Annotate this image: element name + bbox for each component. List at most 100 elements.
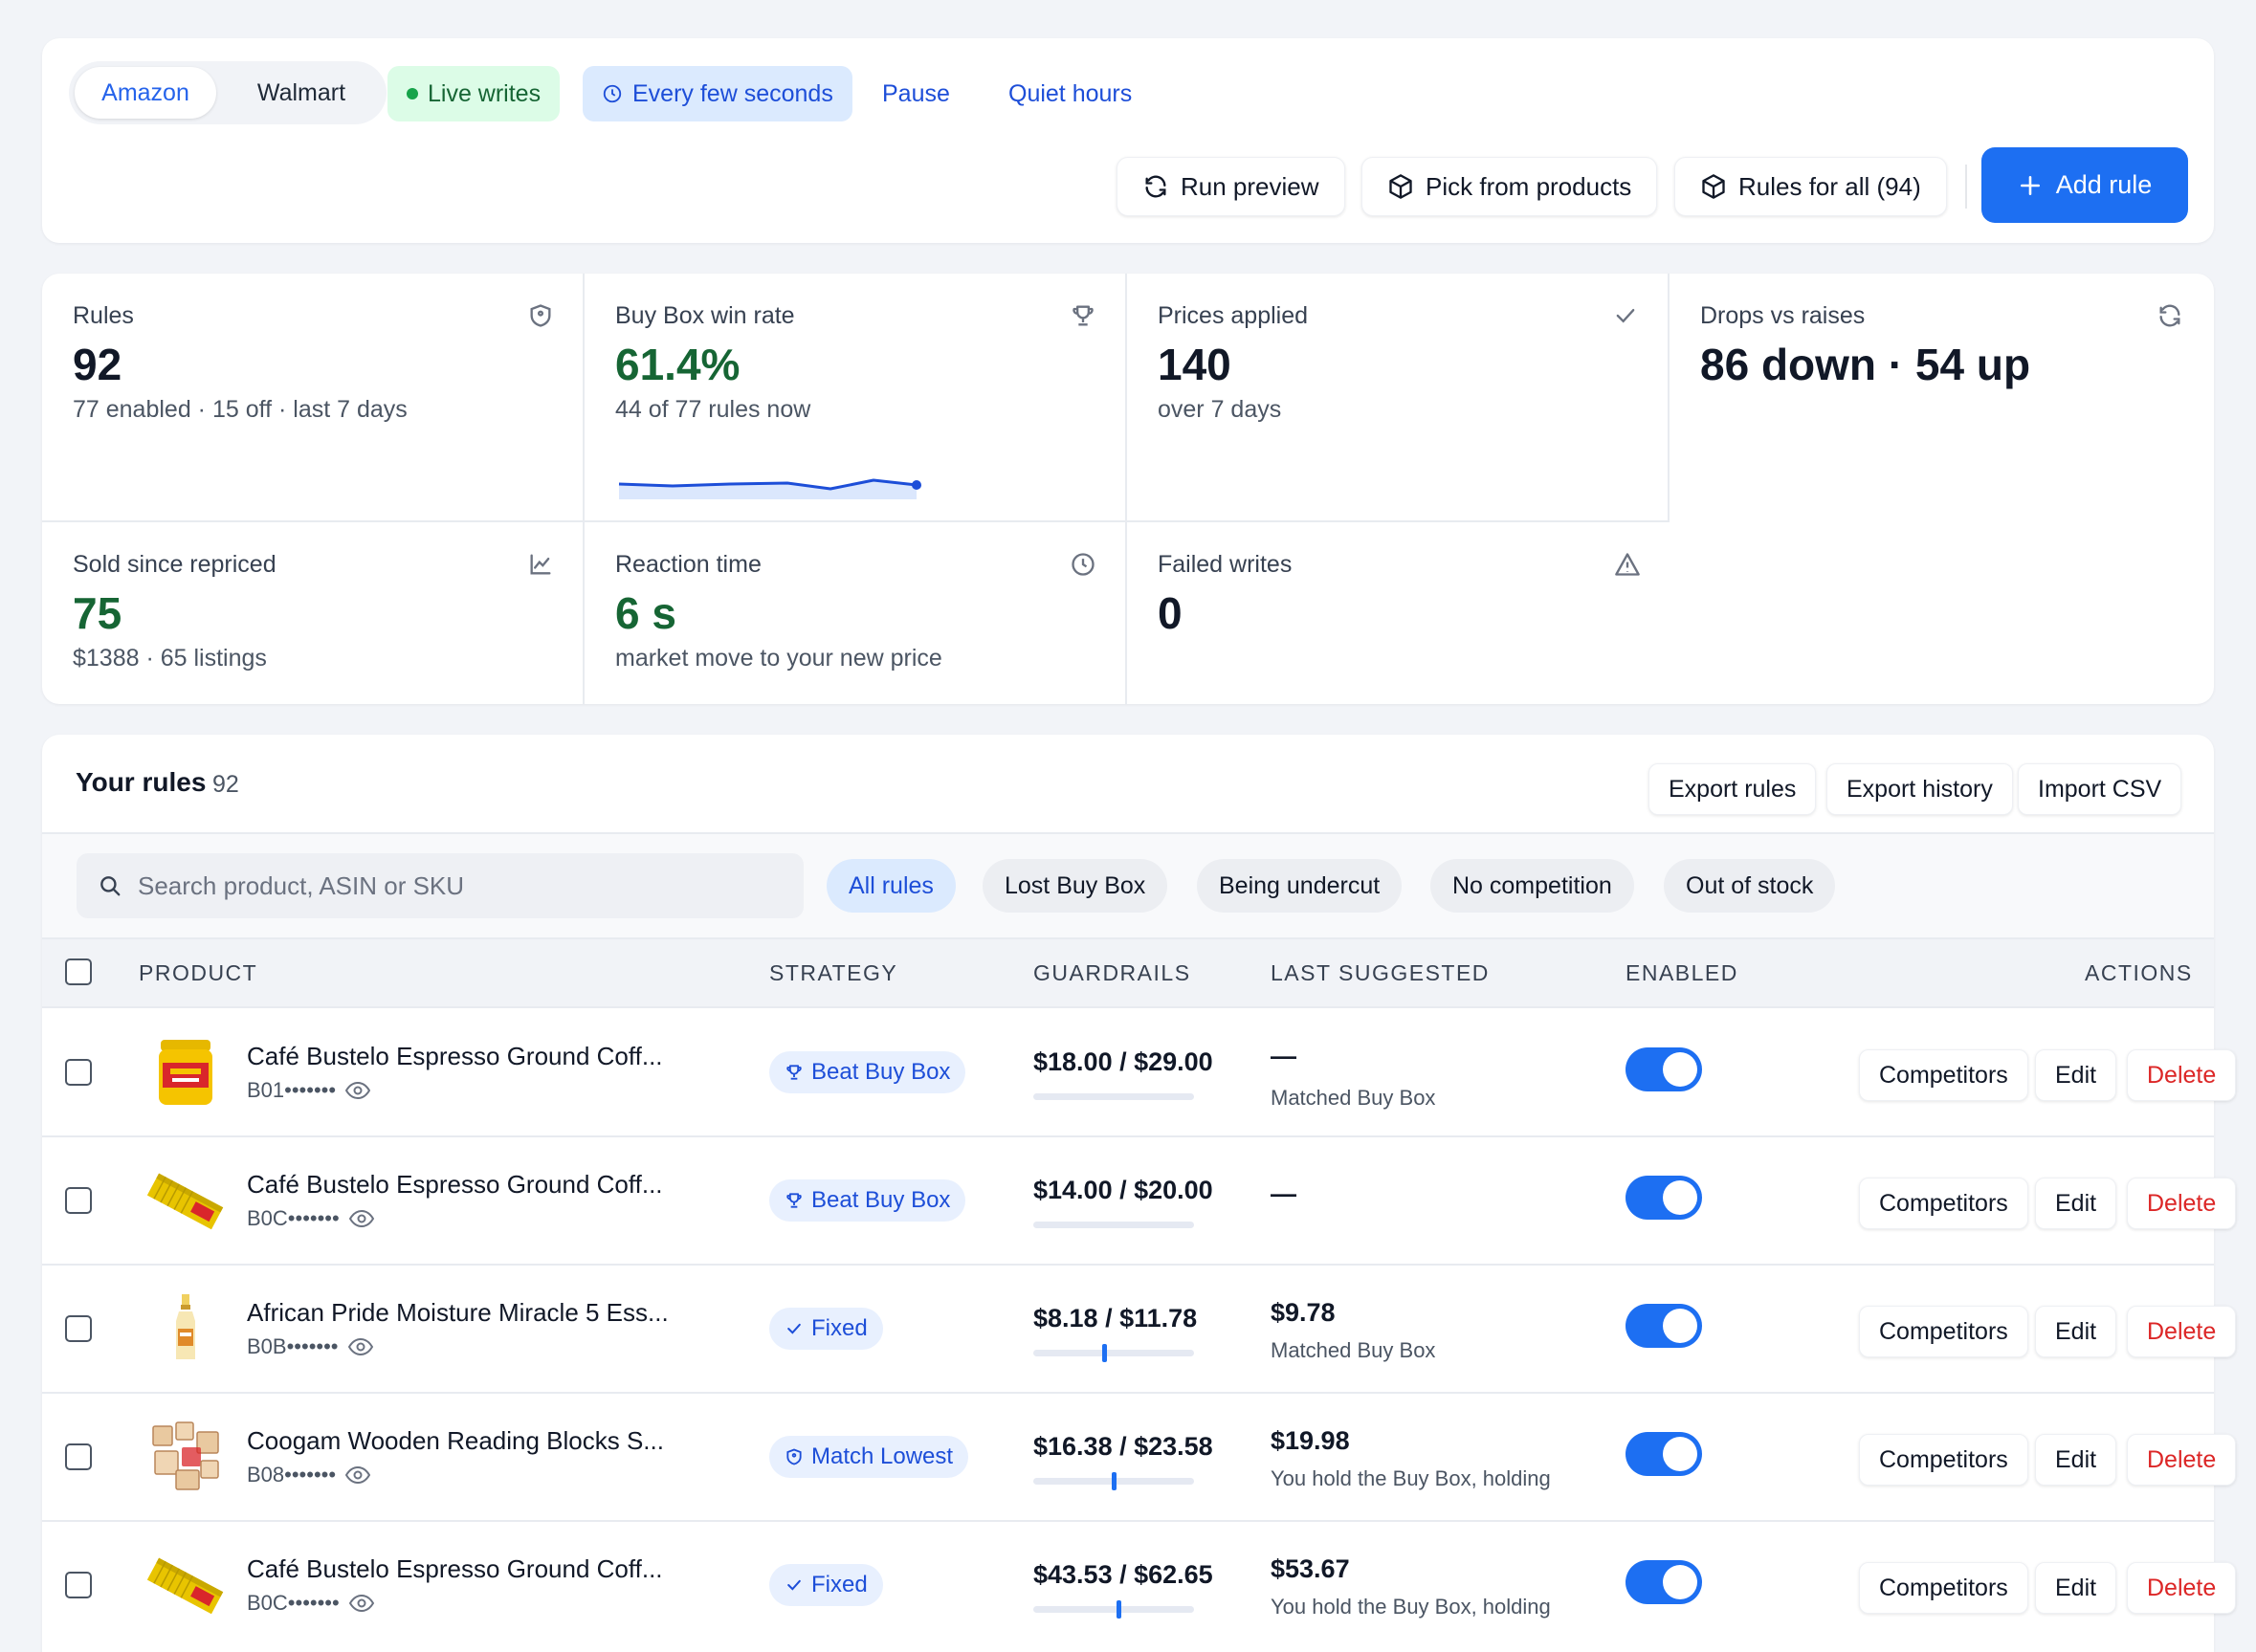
marketplace-amazon[interactable]: Amazon (75, 67, 216, 119)
column-header-strategy: STRATEGY (769, 960, 898, 985)
row-checkbox[interactable] (65, 1187, 92, 1214)
product-thumbnail (152, 1421, 219, 1490)
edit-button[interactable]: Edit (2035, 1434, 2117, 1486)
table-header: PRODUCT STRATEGY GUARDRAILS LAST SUGGEST… (42, 939, 2214, 1008)
competitors-button[interactable]: Competitors (1859, 1178, 2028, 1229)
guardrail-marker (1101, 1344, 1107, 1362)
eye-icon[interactable] (345, 1465, 371, 1485)
run-preview-button[interactable]: Run preview (1117, 157, 1345, 216)
pick-from-products-button[interactable]: Pick from products (1361, 157, 1658, 216)
column-header-enabled: ENABLED (1626, 960, 1738, 985)
edit-button[interactable]: Edit (2035, 1562, 2117, 1614)
eye-icon[interactable] (345, 1081, 371, 1100)
eye-icon[interactable] (348, 1594, 374, 1613)
enabled-toggle[interactable] (1626, 1560, 1702, 1604)
stat-sold-since-repriced: Sold since repriced 75 $1388 · 65 listin… (42, 522, 585, 704)
stat-value: 0 (1158, 588, 1183, 638)
chart-icon (530, 554, 551, 575)
search-box (77, 853, 804, 918)
search-input[interactable] (138, 870, 750, 901)
product-asin: B01••••••• (247, 1078, 371, 1103)
guardrails-range: $8.18 / $11.78 (1033, 1304, 1198, 1333)
export-rules-button[interactable]: Export rules (1648, 763, 1817, 815)
live-writes-label: Live writes (428, 80, 542, 107)
stat-label: Buy Box win rate (615, 302, 795, 329)
filter-being-undercut[interactable]: Being undercut (1197, 859, 1403, 913)
eye-icon[interactable] (348, 1209, 374, 1228)
row-checkbox[interactable] (65, 1315, 92, 1342)
check-icon (787, 1579, 801, 1591)
strategy-label: Beat Buy Box (811, 1187, 951, 1213)
table-row: Café Bustelo Espresso Ground Coff... B01… (42, 1009, 2237, 1137)
stat-label: Prices applied (1158, 302, 1309, 329)
last-suggested-price: $53.67 (1271, 1554, 1350, 1583)
competitors-button[interactable]: Competitors (1859, 1049, 2028, 1101)
import-csv-button[interactable]: Import CSV (2018, 763, 2182, 815)
enabled-toggle[interactable] (1626, 1176, 1702, 1220)
stat-failed-writes: Failed writes 0 (1127, 522, 1670, 704)
stat-value: 140 (1158, 340, 1231, 389)
asin-text: B0B••••••• (247, 1334, 339, 1358)
marketplace-walmart[interactable]: Walmart (230, 67, 373, 119)
strategy-badge: Fixed (769, 1308, 883, 1350)
edit-button[interactable]: Edit (2035, 1306, 2117, 1357)
edit-button[interactable]: Edit (2035, 1178, 2117, 1229)
stat-value: 75 (73, 588, 122, 638)
last-suggested-price: — (1271, 1042, 1296, 1070)
delete-button[interactable]: Delete (2127, 1562, 2237, 1614)
competitors-button[interactable]: Competitors (1859, 1306, 2028, 1357)
competitors-button[interactable]: Competitors (1859, 1434, 2028, 1486)
competitors-button[interactable]: Competitors (1859, 1562, 2028, 1614)
select-all-checkbox[interactable] (65, 958, 92, 985)
row-checkbox[interactable] (65, 1059, 92, 1086)
filter-no-competition[interactable]: No competition (1430, 859, 1634, 913)
delete-button[interactable]: Delete (2127, 1306, 2237, 1357)
check-icon (787, 1323, 801, 1334)
live-dot-icon (407, 88, 418, 99)
last-suggested-price: $19.98 (1271, 1426, 1350, 1455)
guardrail-track (1033, 1600, 1194, 1619)
rules-for-all-button[interactable]: Rules for all (94) (1674, 157, 1947, 216)
stat-label: Rules (73, 302, 134, 329)
stat-value: 86 down · 54 up (1700, 340, 2031, 389)
filter-lost-buy-box[interactable]: Lost Buy Box (983, 859, 1168, 913)
strategy-label: Match Lowest (811, 1443, 954, 1469)
live-writes-status[interactable]: Live writes (387, 66, 561, 121)
add-rule-button[interactable]: Add rule (1981, 147, 2188, 223)
guardrail-track (1033, 1472, 1194, 1490)
pick-from-products-label: Pick from products (1426, 171, 1632, 201)
product-asin: B08••••••• (247, 1463, 371, 1487)
filter-all-rules[interactable]: All rules (827, 859, 956, 913)
enabled-toggle[interactable] (1626, 1047, 1702, 1091)
table-row: African Pride Moisture Miracle 5 Ess... … (42, 1266, 2237, 1394)
edit-button[interactable]: Edit (2035, 1049, 2117, 1101)
delete-button[interactable]: Delete (2127, 1178, 2237, 1229)
guardrail-marker (1117, 1600, 1122, 1619)
stat-label: Drops vs raises (1700, 302, 1866, 329)
quiet-hours-link[interactable]: Quiet hours (1008, 66, 1132, 121)
clock-icon (1072, 553, 1095, 576)
delete-button[interactable]: Delete (2127, 1434, 2237, 1486)
enabled-toggle[interactable] (1626, 1304, 1702, 1348)
pause-link[interactable]: Pause (882, 66, 950, 121)
trophy-icon (786, 1193, 802, 1208)
stat-subtext: 44 of 77 rules now (615, 396, 811, 423)
stat-rules: Rules 92 77 enabled · 15 off · last 7 da… (42, 274, 585, 522)
filter-out-of-stock[interactable]: Out of stock (1664, 859, 1836, 913)
guardrails-range: $16.38 / $23.58 (1033, 1432, 1213, 1461)
product-thumbnail (147, 1557, 224, 1615)
last-suggested-note: Matched Buy Box (1271, 1338, 1436, 1362)
stat-drops-vs-raises: Drops vs raises 86 down · 54 up (1670, 274, 2212, 522)
asin-text: B01••••••• (247, 1078, 337, 1102)
enabled-toggle[interactable] (1626, 1432, 1702, 1476)
delete-button[interactable]: Delete (2127, 1049, 2237, 1101)
frequency-button[interactable]: Every few seconds (583, 66, 852, 121)
row-checkbox[interactable] (65, 1572, 92, 1598)
export-history-button[interactable]: Export history (1826, 763, 2013, 815)
rules-count: 92 (212, 771, 239, 798)
stat-subtext: over 7 days (1158, 396, 1282, 423)
rules-for-all-label: Rules for all (94) (1738, 171, 1921, 201)
add-rule-label: Add rule (2055, 170, 2153, 199)
row-checkbox[interactable] (65, 1443, 92, 1470)
eye-icon[interactable] (347, 1337, 373, 1356)
